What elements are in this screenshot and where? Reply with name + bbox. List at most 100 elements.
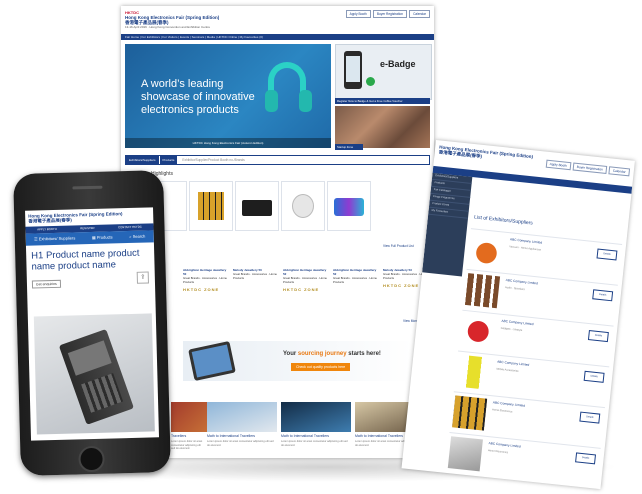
headphone-left-cup (265, 90, 278, 112)
exhibitor-name[interactable]: ABC Company Limited (493, 400, 525, 407)
product-tile[interactable] (327, 181, 371, 231)
home-button[interactable] (78, 445, 105, 473)
tab-products[interactable]: ▦ Products (92, 231, 113, 244)
zone-badge: HKTDC ZONE (283, 287, 320, 292)
exhibitor-card[interactable]: Abbrighton Heritage Jewellery 50 Great B… (183, 268, 227, 322)
headphone-right-cup (299, 90, 312, 112)
desktop-header: HKTDC Hong Kong Electronics Fair (Spring… (121, 6, 434, 34)
tab-exhibitors-label: Exhibitors/ Suppliers (38, 235, 76, 242)
article-caption[interactable]: Math to International Travellers (207, 434, 277, 438)
exhibitor-name: Abbrighton Heritage Jewellery 50 (183, 268, 227, 276)
banner-text-b: sourcing journey (297, 351, 347, 357)
speaker-dock-image (242, 200, 272, 216)
product-photo[interactable] (33, 313, 155, 435)
details-button[interactable]: Details (587, 330, 609, 343)
buyer-registration-button[interactable]: Buyer Registration (372, 10, 408, 18)
details-button[interactable]: Details (575, 452, 597, 465)
view-full-product-list-link[interactable]: View Full Product List (383, 244, 414, 248)
exhibitor-name[interactable]: ABC Company Limited (506, 278, 538, 285)
header-buttons: Apply Booth Buyer Registration Calendar (545, 159, 631, 177)
header-buttons: Apply Booth Buyer Registration Calendar (345, 10, 430, 18)
fair-logo[interactable]: Hong Kong Electronics Fair (Spring Editi… (439, 144, 534, 164)
tab-search[interactable]: ⌕ Search (129, 231, 145, 243)
ebadge-caption[interactable]: Register Now to Badge & Get a Free Coffe… (335, 98, 430, 104)
main-nav[interactable]: Fair Home | For Exhibitors | For Visitor… (121, 34, 434, 40)
buyer-registration-button[interactable]: Buyer Registration (572, 162, 608, 175)
product-tile[interactable] (189, 181, 233, 231)
check-icon (366, 77, 375, 86)
phone-speaker (72, 185, 103, 190)
exhibitor-tags: Great Brands · Accessories · Home Produc… (233, 272, 277, 280)
article-photo[interactable] (207, 402, 277, 432)
product-tile[interactable] (235, 181, 279, 231)
apply-booth-button[interactable]: Apply Booth (345, 10, 371, 18)
exhibitor-tags: Mobile Accessories (496, 367, 519, 373)
exhibitor-card[interactable]: Abbrighton Heritage Jewellery 52 Great B… (283, 268, 327, 322)
zone-badge: HKTDC ZONE (183, 287, 220, 292)
exhibitor-tags: Great Brands · Accessories · Home Produc… (333, 276, 377, 284)
search-tab-products[interactable]: Products (159, 156, 179, 164)
search-input[interactable]: Exhibitor/Supplier/Product Booth no./Bra… (178, 158, 244, 162)
hero-line-3: electronics products (141, 104, 239, 116)
article-caption[interactable]: Math to International Travellers (281, 434, 351, 438)
product-tile[interactable] (281, 181, 325, 231)
exhibitor-card[interactable]: Abbrighton Heritage Jewellery 52 Great B… (333, 268, 377, 322)
exhibitor-name[interactable]: ABC Company Limited (488, 441, 520, 448)
ebadge-label: e-Badge (380, 59, 416, 69)
calendar-button[interactable]: Calendar (409, 10, 430, 18)
exhibitor-tags: Home Electronics (487, 449, 509, 455)
fair-dates: 13-16 April 2016 · Hong Kong Convention … (125, 25, 211, 29)
battery-image (198, 192, 224, 220)
hero-caption: HKTDC Hong Kong Electronics Fair (Autumn… (125, 138, 331, 148)
exhibitor-list-page: Hong Kong Electronics Fair (Spring Editi… (401, 140, 635, 490)
crowd-caption: Startup Zone (335, 144, 363, 150)
hero-line-2: showcase of innovative (141, 91, 255, 103)
device-image (292, 194, 314, 218)
tablet-icon (188, 340, 236, 382)
hero-headline: A world’s leading showcase of innovative… (141, 78, 255, 117)
article-text: Lorem ipsum dolor sit amet consectetur a… (281, 440, 348, 447)
crowd-photo[interactable] (335, 106, 430, 148)
article-caption[interactable]: Travellers (171, 434, 203, 438)
smartphone-mockup: Hong Kong Electronics Fair (Spring Editi… (13, 170, 171, 476)
hero-banner[interactable]: A world’s leading showcase of innovative… (125, 44, 331, 148)
details-button[interactable]: Details (583, 370, 605, 383)
banner-text-a: Your (283, 351, 298, 357)
tab-exhibitors[interactable]: ☰ Exhibitors/ Suppliers (34, 232, 75, 245)
exhibitor-name[interactable]: ABC Company Limited (501, 319, 533, 326)
phone-screen: Hong Kong Electronics Fair (Spring Editi… (25, 207, 160, 441)
exhibitor-name[interactable]: ABC Company Limited (497, 360, 529, 367)
article-text: Lorem ipsum dolor sit amet consectetur a… (171, 440, 203, 450)
product-title: H1 Product name product name product nam… (31, 247, 140, 273)
ebadge-promo[interactable]: e-Badge (335, 44, 432, 100)
calendar-button[interactable]: Calendar (608, 166, 631, 177)
exhibitor-tags: Audio · Speakers (504, 286, 525, 292)
exhibitor-tags: Vacuum · Home Appliances (509, 245, 542, 252)
tab-search-label: Search (132, 233, 146, 239)
details-button[interactable]: Details (579, 411, 601, 424)
details-button[interactable]: Details (592, 289, 614, 302)
hero-line-1: A world’s leading (141, 78, 224, 90)
banner-headline: Your sourcing journey starts here! (283, 351, 381, 357)
tab-products-label: Products (96, 234, 113, 240)
sourcing-banner[interactable]: Your sourcing journey starts here! Check… (183, 340, 413, 382)
article-photo[interactable] (281, 402, 351, 432)
exhibitor-card[interactable]: Melody Jewellery 50 Great Brands · Acces… (233, 268, 277, 322)
search-bar: Exhibitors/Suppliers Products Exhibitor/… (125, 155, 430, 165)
product-image (447, 436, 483, 472)
battery-image (452, 395, 488, 431)
device-image (58, 328, 134, 425)
list-title: List of Exhibitors/Suppliers (473, 214, 534, 227)
fair-logo[interactable]: HKTDC Hong Kong Electronics Fair (Spring… (125, 10, 219, 29)
exhibitor-tags: Home Electronics (491, 408, 513, 414)
exhibitor-name[interactable]: ABC Company Limited (510, 237, 542, 244)
share-icon[interactable]: ⇪ (136, 271, 149, 284)
get-enquiries-button[interactable]: Get enquiries (31, 279, 61, 289)
search-tab-exhibitors[interactable]: Exhibitors/Suppliers (126, 156, 160, 164)
banner-cta-button[interactable]: Check out quality products here (291, 363, 351, 371)
exhibitor-tags: Great Brands · Accessories · Home Produc… (183, 276, 227, 284)
details-button[interactable]: Details (596, 248, 618, 261)
led-speaker-image (334, 198, 364, 216)
vacuum-image (469, 232, 505, 268)
apply-booth-button[interactable]: Apply Booth (545, 159, 572, 171)
